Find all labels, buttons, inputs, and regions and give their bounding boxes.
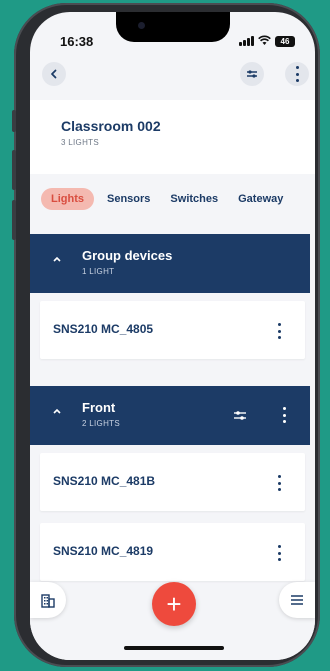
battery-icon: 46 [275, 35, 295, 47]
phone-side-button [12, 110, 16, 132]
status-icons: 46 [239, 35, 295, 47]
tab-lights[interactable]: Lights [41, 188, 94, 210]
more-vertical-icon[interactable] [280, 407, 288, 423]
more-vertical-icon [293, 66, 301, 82]
app-screen: 16:38 46 Classroom 002 3 LIGHTS Lights S… [30, 12, 315, 660]
bottom-bar: + [30, 580, 315, 660]
room-light-count: 3 LIGHTS [61, 138, 99, 147]
chevron-up-icon[interactable] [52, 407, 62, 418]
menu-icon [291, 595, 303, 605]
phone-side-button [12, 150, 16, 190]
chevron-left-icon [51, 69, 57, 79]
home-indicator [124, 646, 224, 650]
tab-sensors[interactable]: Sensors [100, 188, 157, 210]
add-button[interactable]: + [152, 582, 196, 626]
group-header[interactable]: Group devices 1 LIGHT [30, 234, 310, 293]
status-time: 16:38 [60, 34, 94, 49]
device-card[interactable]: SNS210 MC_4805 [40, 301, 305, 359]
group-title: Group devices [82, 248, 173, 263]
building-icon [41, 594, 55, 608]
sliders-icon[interactable] [233, 408, 247, 426]
chevron-up-icon[interactable] [52, 255, 62, 266]
more-vertical-icon[interactable] [275, 475, 283, 491]
room-header: Classroom 002 3 LIGHTS [30, 100, 315, 174]
front-camera [138, 22, 145, 29]
more-options-button[interactable] [285, 62, 309, 86]
tab-bar: Lights Sensors Switches Gateway [41, 188, 315, 210]
building-button[interactable] [30, 582, 66, 618]
back-button[interactable] [42, 62, 66, 86]
device-name: SNS210 MC_481B [53, 474, 156, 488]
menu-button[interactable] [279, 582, 315, 618]
sliders-icon [247, 70, 257, 78]
device-card[interactable]: SNS210 MC_481B [40, 453, 305, 511]
wifi-icon [258, 35, 271, 47]
device-card[interactable]: SNS210 MC_4819 [40, 523, 305, 581]
more-vertical-icon[interactable] [275, 545, 283, 561]
device-name: SNS210 MC_4819 [53, 544, 154, 558]
group-subtitle: 1 LIGHT [82, 267, 115, 276]
notch [116, 12, 230, 42]
filter-button[interactable] [240, 62, 264, 86]
group-title: Front [82, 400, 116, 415]
room-title: Classroom 002 [61, 118, 161, 134]
signal-icon [239, 36, 254, 46]
top-navigation [30, 62, 315, 88]
group-header[interactable]: Front 2 LIGHTS [30, 386, 310, 445]
phone-side-button [12, 200, 16, 240]
tab-gateway[interactable]: Gateway [231, 188, 290, 210]
tab-switches[interactable]: Switches [163, 188, 225, 210]
group-subtitle: 2 LIGHTS [82, 419, 120, 428]
more-vertical-icon[interactable] [275, 323, 283, 339]
device-name: SNS210 MC_4805 [53, 322, 154, 336]
